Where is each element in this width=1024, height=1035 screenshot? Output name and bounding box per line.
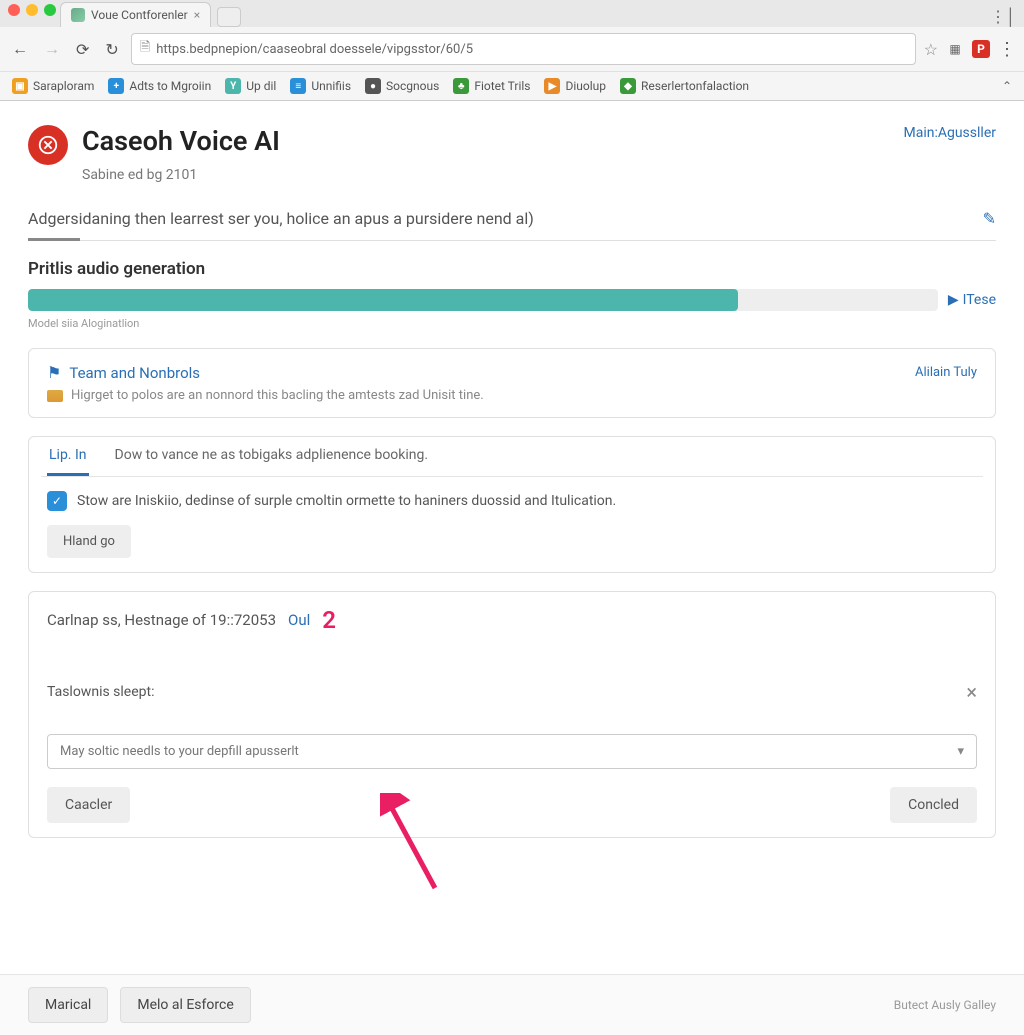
- play-button[interactable]: ▶ ITese: [948, 292, 996, 308]
- bookmark-item[interactable]: ≡Unnifiis: [290, 78, 351, 94]
- card-team-title[interactable]: Team and Nonbrols: [69, 364, 200, 382]
- card-tabs: Lip. In Dow to vance ne as tobigaks adpl…: [41, 437, 983, 477]
- checkbox-label: Stow are Iniskiio, dedinse of surple cmo…: [77, 493, 616, 509]
- checkbox-row: ✓ Stow are Iniskiio, dedinse of surple c…: [47, 491, 977, 511]
- play-icon: ▶: [948, 292, 959, 308]
- audio-progress: ▶ ITese: [28, 289, 996, 311]
- bookmarks-bar: ▣Saraploram +Adts to Mgroiin YUp dil ≡Un…: [0, 71, 1024, 100]
- card-form-header-text: Carlnap ss, Hestnage of 19::72053: [47, 611, 276, 629]
- app-logo: [28, 125, 68, 165]
- browser-tab-active[interactable]: Voue Contforenler ×: [60, 2, 211, 27]
- bookmark-item[interactable]: ▶Diuolup: [544, 78, 606, 94]
- back-button[interactable]: ←: [8, 37, 32, 61]
- site-info-icon[interactable]: 🗎: [140, 38, 150, 60]
- extension-icon-p[interactable]: P: [972, 40, 990, 58]
- page-content: Caseoh Voice AI Sabine ed bg 2101 Main:A…: [0, 101, 1024, 1035]
- window-maximize[interactable]: [44, 4, 56, 16]
- card-tabs-panel: Lip. In Dow to vance ne as tobigaks adpl…: [28, 436, 996, 573]
- logo-icon: [37, 134, 59, 156]
- page-title: Caseoh Voice AI: [82, 125, 280, 157]
- url-text: https.bedpnepion/caaseobral doessele/vip…: [156, 42, 473, 57]
- progress-track[interactable]: [28, 289, 938, 311]
- card-form-actions: Caacler Concled: [47, 787, 977, 823]
- model-caption: Model siia Aloginatlion: [28, 317, 996, 330]
- tab-close-icon[interactable]: ×: [194, 8, 200, 22]
- forward-button[interactable]: →: [40, 37, 64, 61]
- extension-icon-1[interactable]: ▦: [946, 40, 964, 58]
- window-close[interactable]: [8, 4, 20, 16]
- progress-fill: [28, 289, 738, 311]
- tab-description[interactable]: Dow to vance ne as tobigaks adplienence …: [113, 437, 431, 476]
- card-team-subtitle: Higrget to polos are an nonnord this bac…: [71, 388, 484, 403]
- out-label[interactable]: Oul: [288, 611, 310, 629]
- bookmark-item[interactable]: ♣Fiotet Trils: [453, 78, 530, 94]
- card-team-aside[interactable]: Alilain Tuly: [915, 365, 977, 380]
- select-dropdown[interactable]: May soltic needls to your depfill apusse…: [47, 734, 977, 769]
- bookmark-item[interactable]: YUp dil: [225, 78, 276, 94]
- new-tab-button[interactable]: [217, 7, 241, 27]
- checkbox[interactable]: ✓: [47, 491, 67, 511]
- page-header: Caseoh Voice AI Sabine ed bg 2101 Main:A…: [28, 125, 996, 183]
- close-icon[interactable]: ×: [966, 680, 977, 704]
- page-subtitle-row: Adgersidaning then learrest ser you, hol…: [28, 209, 996, 241]
- mail-icon: [47, 390, 63, 402]
- tab-extension-icon[interactable]: ⋮│: [990, 7, 1024, 27]
- confirm-button[interactable]: Concled: [890, 787, 977, 823]
- page-footer: Marical Melo al Esforce Butect Ausly Gal…: [0, 974, 1024, 1035]
- bookmark-item[interactable]: ●Socgnous: [365, 78, 439, 94]
- tab-bar: Voue Contforenler × ⋮│: [0, 2, 1024, 27]
- footer-right-text: Butect Ausly Galley: [894, 998, 996, 1012]
- annotation-badge: 2: [322, 606, 336, 634]
- title-block: Caseoh Voice AI Sabine ed bg 2101: [82, 125, 280, 183]
- bookmark-item[interactable]: +Adts to Mgroiin: [108, 78, 211, 94]
- nav-toolbar: ← → ⟳ ↻ 🗎 https.bedpnepion/caaseobral do…: [0, 27, 1024, 71]
- form-label: Taslownis sleept:: [47, 684, 977, 700]
- tab-title: Voue Contforenler: [91, 8, 188, 22]
- header-right-link[interactable]: Main:Agussller: [903, 125, 996, 141]
- bookmarks-overflow-icon[interactable]: ⌃: [1002, 79, 1012, 93]
- bookmark-item[interactable]: ◆Reserlertonfalaction: [620, 78, 749, 94]
- page-subtitle-text: Adgersidaning then learrest ser you, hol…: [28, 209, 534, 228]
- reload-button[interactable]: ⟳: [72, 38, 93, 61]
- bookmark-item[interactable]: ▣Saraploram: [12, 78, 94, 94]
- form-row: × Taslownis sleept: May soltic needls to…: [47, 684, 977, 769]
- card-form: Carlnap ss, Hestnage of 19::72053 Oul 2 …: [28, 591, 996, 838]
- browser-chrome: Voue Contforenler × ⋮│ ← → ⟳ ↻ 🗎 https.b…: [0, 0, 1024, 101]
- chevron-down-icon: ▾: [957, 744, 964, 759]
- footer-btn-marical[interactable]: Marical: [28, 987, 108, 1023]
- footer-btn-esforce[interactable]: Melo al Esforce: [120, 987, 250, 1023]
- hand-go-button[interactable]: Hland go: [47, 525, 131, 558]
- card-team: ⚑ Team and Nonbrols Alilain Tuly Higrget…: [28, 348, 996, 418]
- tab-favicon: [71, 8, 85, 22]
- edit-icon[interactable]: ✎: [983, 209, 996, 228]
- section-audio-title: Pritlis audio generation: [28, 259, 996, 279]
- tab-lip-in[interactable]: Lip. In: [47, 437, 89, 476]
- bookmark-star-icon[interactable]: ☆: [924, 40, 938, 59]
- address-bar[interactable]: 🗎 https.bedpnepion/caaseobral doessele/v…: [131, 33, 916, 65]
- flag-icon: ⚑: [47, 363, 61, 382]
- cancel-button[interactable]: Caacler: [47, 787, 130, 823]
- select-placeholder: May soltic needls to your depfill apusse…: [60, 744, 299, 759]
- browser-menu-icon[interactable]: ⋮: [998, 39, 1016, 60]
- play-label: ITese: [963, 292, 996, 308]
- window-minimize[interactable]: [26, 4, 38, 16]
- page-title-subtitle: Sabine ed bg 2101: [82, 167, 280, 183]
- card-form-header: Carlnap ss, Hestnage of 19::72053 Oul 2: [47, 606, 977, 634]
- reload-alt-button[interactable]: ↻: [101, 38, 122, 61]
